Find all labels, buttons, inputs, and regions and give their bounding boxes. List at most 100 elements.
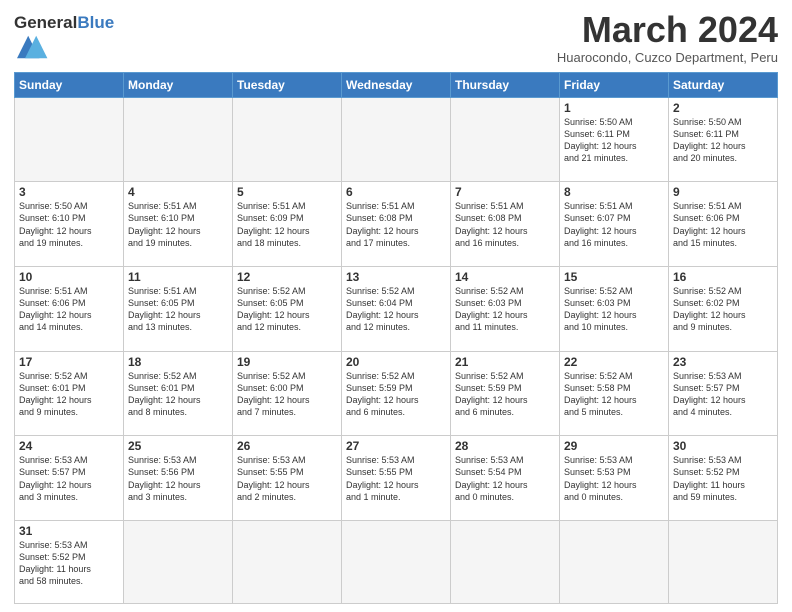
weekday-header-monday: Monday xyxy=(124,72,233,97)
calendar-week-5: 24Sunrise: 5:53 AM Sunset: 5:57 PM Dayli… xyxy=(15,436,778,521)
header: GeneralBlue March 2024 Huarocondo, Cuzco… xyxy=(14,10,778,66)
calendar-cell xyxy=(124,520,233,603)
day-number: 1 xyxy=(564,101,664,115)
calendar-table: SundayMondayTuesdayWednesdayThursdayFrid… xyxy=(14,72,778,604)
calendar-cell: 5Sunrise: 5:51 AM Sunset: 6:09 PM Daylig… xyxy=(233,182,342,267)
day-number: 8 xyxy=(564,185,664,199)
calendar-cell: 1Sunrise: 5:50 AM Sunset: 6:11 PM Daylig… xyxy=(560,97,669,182)
day-number: 24 xyxy=(19,439,119,453)
day-number: 17 xyxy=(19,355,119,369)
month-title: March 2024 xyxy=(557,10,778,50)
calendar-cell: 9Sunrise: 5:51 AM Sunset: 6:06 PM Daylig… xyxy=(669,182,778,267)
calendar-cell: 18Sunrise: 5:52 AM Sunset: 6:01 PM Dayli… xyxy=(124,351,233,436)
page: GeneralBlue March 2024 Huarocondo, Cuzco… xyxy=(0,0,792,612)
day-number: 26 xyxy=(237,439,337,453)
calendar-cell: 7Sunrise: 5:51 AM Sunset: 6:08 PM Daylig… xyxy=(451,182,560,267)
day-info: Sunrise: 5:52 AM Sunset: 6:01 PM Dayligh… xyxy=(128,370,228,419)
calendar-cell xyxy=(233,520,342,603)
day-info: Sunrise: 5:51 AM Sunset: 6:07 PM Dayligh… xyxy=(564,200,664,249)
day-info: Sunrise: 5:53 AM Sunset: 5:53 PM Dayligh… xyxy=(564,454,664,503)
calendar-cell: 21Sunrise: 5:52 AM Sunset: 5:59 PM Dayli… xyxy=(451,351,560,436)
day-info: Sunrise: 5:51 AM Sunset: 6:06 PM Dayligh… xyxy=(673,200,773,249)
day-info: Sunrise: 5:52 AM Sunset: 5:58 PM Dayligh… xyxy=(564,370,664,419)
calendar-cell: 25Sunrise: 5:53 AM Sunset: 5:56 PM Dayli… xyxy=(124,436,233,521)
day-info: Sunrise: 5:52 AM Sunset: 6:03 PM Dayligh… xyxy=(455,285,555,334)
calendar-cell: 10Sunrise: 5:51 AM Sunset: 6:06 PM Dayli… xyxy=(15,267,124,352)
calendar-cell: 12Sunrise: 5:52 AM Sunset: 6:05 PM Dayli… xyxy=(233,267,342,352)
weekday-header-sunday: Sunday xyxy=(15,72,124,97)
day-info: Sunrise: 5:53 AM Sunset: 5:54 PM Dayligh… xyxy=(455,454,555,503)
weekday-header-thursday: Thursday xyxy=(451,72,560,97)
day-info: Sunrise: 5:53 AM Sunset: 5:56 PM Dayligh… xyxy=(128,454,228,503)
calendar-cell xyxy=(451,520,560,603)
calendar-cell xyxy=(560,520,669,603)
day-info: Sunrise: 5:52 AM Sunset: 5:59 PM Dayligh… xyxy=(346,370,446,419)
day-number: 14 xyxy=(455,270,555,284)
day-info: Sunrise: 5:50 AM Sunset: 6:11 PM Dayligh… xyxy=(564,116,664,165)
calendar-week-3: 10Sunrise: 5:51 AM Sunset: 6:06 PM Dayli… xyxy=(15,267,778,352)
weekday-header-wednesday: Wednesday xyxy=(342,72,451,97)
day-number: 9 xyxy=(673,185,773,199)
day-info: Sunrise: 5:52 AM Sunset: 6:02 PM Dayligh… xyxy=(673,285,773,334)
calendar-cell: 14Sunrise: 5:52 AM Sunset: 6:03 PM Dayli… xyxy=(451,267,560,352)
weekday-header-friday: Friday xyxy=(560,72,669,97)
calendar-cell xyxy=(124,97,233,182)
calendar-week-2: 3Sunrise: 5:50 AM Sunset: 6:10 PM Daylig… xyxy=(15,182,778,267)
day-info: Sunrise: 5:53 AM Sunset: 5:55 PM Dayligh… xyxy=(346,454,446,503)
calendar-cell: 22Sunrise: 5:52 AM Sunset: 5:58 PM Dayli… xyxy=(560,351,669,436)
calendar-cell xyxy=(15,97,124,182)
calendar-cell: 19Sunrise: 5:52 AM Sunset: 6:00 PM Dayli… xyxy=(233,351,342,436)
calendar-cell: 16Sunrise: 5:52 AM Sunset: 6:02 PM Dayli… xyxy=(669,267,778,352)
calendar-week-6: 31Sunrise: 5:53 AM Sunset: 5:52 PM Dayli… xyxy=(15,520,778,603)
day-info: Sunrise: 5:50 AM Sunset: 6:10 PM Dayligh… xyxy=(19,200,119,249)
day-number: 10 xyxy=(19,270,119,284)
day-info: Sunrise: 5:52 AM Sunset: 6:00 PM Dayligh… xyxy=(237,370,337,419)
calendar-cell: 11Sunrise: 5:51 AM Sunset: 6:05 PM Dayli… xyxy=(124,267,233,352)
calendar-cell: 2Sunrise: 5:50 AM Sunset: 6:11 PM Daylig… xyxy=(669,97,778,182)
calendar-cell xyxy=(342,97,451,182)
calendar-cell: 26Sunrise: 5:53 AM Sunset: 5:55 PM Dayli… xyxy=(233,436,342,521)
day-info: Sunrise: 5:50 AM Sunset: 6:11 PM Dayligh… xyxy=(673,116,773,165)
calendar-cell: 27Sunrise: 5:53 AM Sunset: 5:55 PM Dayli… xyxy=(342,436,451,521)
day-number: 3 xyxy=(19,185,119,199)
calendar-cell: 8Sunrise: 5:51 AM Sunset: 6:07 PM Daylig… xyxy=(560,182,669,267)
day-number: 27 xyxy=(346,439,446,453)
day-info: Sunrise: 5:51 AM Sunset: 6:06 PM Dayligh… xyxy=(19,285,119,334)
day-number: 30 xyxy=(673,439,773,453)
calendar-cell: 30Sunrise: 5:53 AM Sunset: 5:52 PM Dayli… xyxy=(669,436,778,521)
calendar-cell: 4Sunrise: 5:51 AM Sunset: 6:10 PM Daylig… xyxy=(124,182,233,267)
day-info: Sunrise: 5:52 AM Sunset: 6:01 PM Dayligh… xyxy=(19,370,119,419)
calendar-cell: 15Sunrise: 5:52 AM Sunset: 6:03 PM Dayli… xyxy=(560,267,669,352)
weekday-header-row: SundayMondayTuesdayWednesdayThursdayFrid… xyxy=(15,72,778,97)
day-info: Sunrise: 5:53 AM Sunset: 5:52 PM Dayligh… xyxy=(673,454,773,503)
day-info: Sunrise: 5:51 AM Sunset: 6:08 PM Dayligh… xyxy=(455,200,555,249)
day-info: Sunrise: 5:53 AM Sunset: 5:55 PM Dayligh… xyxy=(237,454,337,503)
weekday-header-tuesday: Tuesday xyxy=(233,72,342,97)
logo-icon xyxy=(17,33,49,61)
calendar-cell xyxy=(669,520,778,603)
day-info: Sunrise: 5:52 AM Sunset: 6:03 PM Dayligh… xyxy=(564,285,664,334)
calendar-cell: 13Sunrise: 5:52 AM Sunset: 6:04 PM Dayli… xyxy=(342,267,451,352)
logo-general: General xyxy=(14,13,77,32)
day-info: Sunrise: 5:51 AM Sunset: 6:08 PM Dayligh… xyxy=(346,200,446,249)
day-number: 29 xyxy=(564,439,664,453)
day-number: 11 xyxy=(128,270,228,284)
day-info: Sunrise: 5:53 AM Sunset: 5:52 PM Dayligh… xyxy=(19,539,119,588)
day-number: 2 xyxy=(673,101,773,115)
calendar-cell: 29Sunrise: 5:53 AM Sunset: 5:53 PM Dayli… xyxy=(560,436,669,521)
day-info: Sunrise: 5:51 AM Sunset: 6:09 PM Dayligh… xyxy=(237,200,337,249)
calendar-cell: 31Sunrise: 5:53 AM Sunset: 5:52 PM Dayli… xyxy=(15,520,124,603)
calendar-cell: 28Sunrise: 5:53 AM Sunset: 5:54 PM Dayli… xyxy=(451,436,560,521)
day-number: 16 xyxy=(673,270,773,284)
calendar-cell: 24Sunrise: 5:53 AM Sunset: 5:57 PM Dayli… xyxy=(15,436,124,521)
calendar-cell: 3Sunrise: 5:50 AM Sunset: 6:10 PM Daylig… xyxy=(15,182,124,267)
logo-blue: Blue xyxy=(77,13,114,32)
calendar-cell: 23Sunrise: 5:53 AM Sunset: 5:57 PM Dayli… xyxy=(669,351,778,436)
day-number: 4 xyxy=(128,185,228,199)
day-info: Sunrise: 5:52 AM Sunset: 6:05 PM Dayligh… xyxy=(237,285,337,334)
day-info: Sunrise: 5:53 AM Sunset: 5:57 PM Dayligh… xyxy=(673,370,773,419)
day-number: 18 xyxy=(128,355,228,369)
day-number: 20 xyxy=(346,355,446,369)
subtitle: Huarocondo, Cuzco Department, Peru xyxy=(557,50,778,65)
day-info: Sunrise: 5:52 AM Sunset: 6:04 PM Dayligh… xyxy=(346,285,446,334)
